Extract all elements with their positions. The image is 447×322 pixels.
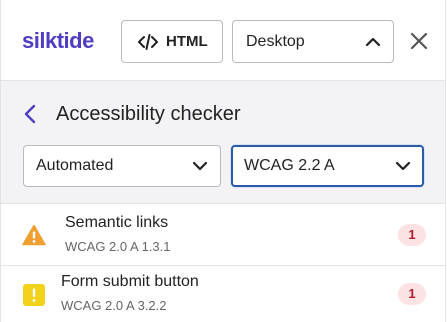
accessibility-panel: silktide HTML Desktop Accessibility chec… (0, 0, 446, 322)
mode-select-value: Automated (36, 157, 114, 174)
top-bar: silktide HTML Desktop (1, 0, 445, 81)
issue-item-form-submit-button[interactable]: Form submit button WCAG 2.0 A 3.2.2 1 (1, 266, 445, 322)
chevron-left-icon[interactable] (21, 103, 39, 125)
issue-name: Semantic links (65, 214, 169, 231)
wcag-level-select-value: WCAG 2.2 A (244, 157, 335, 174)
checker-header: Accessibility checker Automated WCAG 2.2… (1, 81, 445, 204)
silktide-logo[interactable]: silktide (22, 27, 94, 55)
device-select[interactable]: Desktop (232, 20, 394, 63)
issue-item-semantic-links[interactable]: Semantic links WCAG 2.0 A 1.3.1 1 (1, 205, 445, 266)
alert-square-icon (23, 284, 45, 306)
mode-select[interactable]: Automated (23, 145, 221, 187)
issue-name: Form submit button (61, 273, 199, 290)
chevron-down-icon (192, 161, 208, 171)
issue-reference: WCAG 2.0 A 3.2.2 (61, 298, 167, 313)
issue-count-badge: 1 (398, 283, 426, 305)
html-button-label: HTML (166, 33, 208, 50)
code-icon (138, 34, 158, 50)
issue-reference: WCAG 2.0 A 1.3.1 (65, 239, 171, 254)
wcag-level-select[interactable]: WCAG 2.2 A (231, 145, 424, 187)
issue-count-badge: 1 (398, 224, 426, 246)
chevron-down-icon (395, 161, 411, 171)
chevron-up-icon (365, 37, 381, 47)
device-select-value: Desktop (246, 33, 305, 50)
warning-triangle-icon (22, 224, 46, 246)
page-title: Accessibility checker (56, 103, 241, 125)
close-icon[interactable] (408, 30, 430, 52)
html-view-button[interactable]: HTML (121, 20, 223, 63)
